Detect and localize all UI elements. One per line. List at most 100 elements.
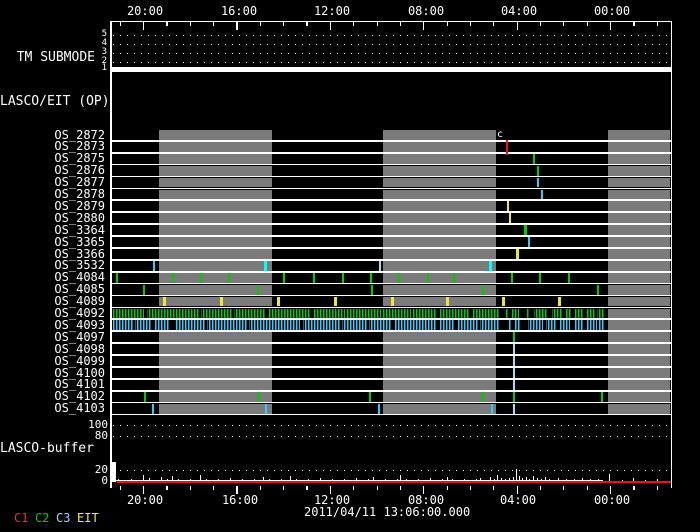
os-row-barcode-gap [340,320,342,331]
os-event-tick [163,296,166,307]
timestamp-label: 2011/04/11 13:06:00.000 [304,505,471,519]
os-row-gray-band [608,225,670,236]
os-event-tick [334,296,337,307]
os-row-gray-band [159,177,272,188]
os-row-gray-band [383,249,496,259]
os-row-barcode-gap [144,308,147,319]
os-event-tick [369,391,371,402]
os-event-tick [277,296,280,307]
os-event-tick [427,272,429,283]
top-axis-tick [259,22,261,26]
bottom-axis-tick [119,486,121,490]
top-axis-tick [493,22,495,26]
os-event-tick [453,272,455,283]
os-row-gray-band [159,391,272,402]
os-row-gray-band [608,320,670,331]
os-row-barcode-gap [455,320,458,331]
bottom-axis-time-label: 08:00 [407,493,445,507]
os-row-gray-band [159,165,272,176]
os-row-gray-band [159,344,272,355]
bottom-axis-tick [213,486,215,490]
os-row-gray-band [608,141,670,152]
os-event-tick [342,272,344,283]
top-axis-tick [119,22,121,26]
os-row-gray-band [159,403,272,414]
lasco-eit-op-label: LASCO/EIT (OP) [0,94,110,109]
os-row-gray-band [608,213,670,224]
os-event-tick [379,260,381,271]
os-row-gray-band [608,153,670,164]
os-row-barcode-gap [570,320,574,331]
os-event-tick [507,201,509,212]
bottom-axis-time-label: 20:00 [126,493,164,507]
os-row-gray-band [383,356,496,366]
os-row-barcode-gap [133,320,135,331]
os-row-gray-band [159,249,272,259]
os-row-barcode-gap [478,320,480,331]
os-row-barcode-gap [345,308,347,319]
os-row-barcode-gap [437,308,440,319]
tm-submode-dotted-gridline [113,62,669,63]
top-axis-tick [353,22,355,26]
os-row-barcode-gap [557,320,559,331]
os-event-tick [446,296,449,307]
os-event-tick [220,296,223,307]
bottom-axis-tick [539,486,542,490]
os-row-barcode-gap [571,308,574,319]
top-axis-time-label: 08:00 [407,4,445,18]
os-row-gray-band [608,368,670,378]
os-event-tick [370,272,372,283]
os-event-tick [513,403,515,414]
tm-submode-dotted-gridline [113,35,669,36]
buffer-ytick-label: 0 [101,474,108,487]
os-row-gray-band [159,130,272,140]
os-row-label: OS_3365 [54,234,105,249]
os-row-gray-band [383,344,496,355]
os-event-tick [513,391,515,402]
os-event-tick [597,284,599,295]
os-row-label: OS_4103 [54,401,105,416]
os-event-tick [601,391,603,402]
top-axis-tick [236,22,238,30]
bottom-axis-tick [493,486,495,490]
bottom-axis-tick [283,486,285,490]
top-axis-tick [610,22,612,30]
os-row-gray-band [608,130,670,140]
os-row-gray-band [608,344,670,355]
os-row-barcode-gap [583,308,586,319]
os-row-gray-band [159,189,272,200]
os-row-gray-band [608,165,670,176]
top-axis-time-label: 04:00 [500,4,538,18]
top-axis-tick [656,22,658,26]
top-axis-tick [446,22,448,26]
bottom-axis-tick [259,486,261,490]
bottom-axis-tick [633,486,635,490]
os-row-gray-band [159,141,272,152]
os-event-tick [539,272,541,283]
legend-item-c3: C3 [56,511,71,525]
os-row-gray-band [159,201,272,212]
os-row-gray-band [383,213,496,224]
os-row-label: OS_4098 [54,341,105,356]
os-row-gray-band [383,130,496,140]
os-event-tick [502,296,505,307]
top-axis-tick [516,22,518,30]
top-axis-tick [633,22,635,26]
os-row-gray-band [608,403,670,414]
tm-submode-dotted-gridline [113,53,669,54]
os-row-barcode-gap [562,308,565,319]
top-axis-time-label: 16:00 [220,4,258,18]
os-row-gray-band [159,260,272,271]
os-row-gray-band [608,284,670,295]
os-row-gray-band [608,249,670,259]
os-row-barcode-gap [511,320,514,331]
os-row-gray-band [383,379,496,390]
os-event-tick [371,284,373,295]
os-row-label: OS_4099 [54,353,105,368]
top-axis-tick [329,22,331,30]
os-row-gray-band [608,272,670,283]
top-axis-tick [469,22,472,26]
os-row-gray-band [608,308,670,319]
os-row-barcode-gap [548,308,552,319]
os-event-tick [313,272,315,283]
